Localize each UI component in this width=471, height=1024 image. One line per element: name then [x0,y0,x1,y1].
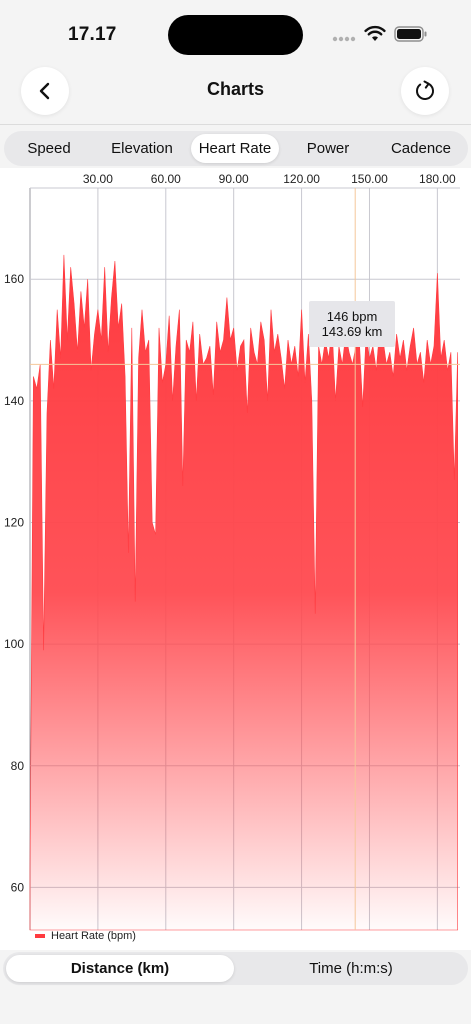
x-tick-label: 150.00 [351,172,388,186]
tab-speed[interactable]: Speed [12,134,86,163]
y-tick-label: 60 [11,880,25,894]
legend-swatch [35,934,45,938]
refresh-icon [416,80,434,100]
status-bar: 17.17 [0,0,471,60]
heart-rate-series-area [29,254,458,931]
heart-rate-chart[interactable]: 30.00 60.00 90.00 120.00 150.00 180.00 60 80 100… [0,168,471,950]
chart-canvas[interactable]: 30.00 60.00 90.00 120.00 150.00 180.00 60 80 100… [0,168,471,950]
tooltip-value: 146 bpm [326,309,378,324]
tab-elevation[interactable]: Elevation [102,134,182,163]
x-tick-label: 120.00 [283,172,320,186]
x-tick-label: 30.00 [83,172,113,186]
y-tick-label: 160 [4,272,24,286]
tab-distance[interactable]: Distance (km) [6,955,234,982]
metric-tabs: Speed Elevation Heart Rate Power Cadence [4,131,468,166]
x-tick-label: 90.00 [219,172,249,186]
legend-label: Heart Rate (bpm) [51,930,136,942]
chart-legend: Heart Rate (bpm) [35,929,136,943]
tooltip-distance: 143.69 km [321,324,383,339]
x-tick-label: 60.00 [151,172,181,186]
y-tick-label: 80 [11,759,25,773]
battery-icon [394,26,427,42]
x-tick-label: 180.00 [419,172,456,186]
dynamic-island [168,15,303,55]
tab-heart-rate[interactable]: Heart Rate [191,134,279,163]
y-tick-label: 120 [4,516,24,530]
status-time: 17.17 [68,24,117,45]
y-tick-label: 140 [4,394,24,408]
tab-power[interactable]: Power [294,134,362,163]
nav-bar: Charts [0,60,471,124]
nav-divider [0,124,471,125]
cellular-signal-icon [332,36,356,42]
tab-cadence[interactable]: Cadence [382,134,460,163]
value-tooltip: 146 bpm 143.69 km [309,301,395,347]
y-tick-label: 100 [4,637,24,651]
refresh-button[interactable] [401,67,449,115]
tab-time[interactable]: Time (h:m:s) [237,955,465,982]
wifi-icon [364,25,386,41]
axis-tabs: Distance (km) Time (h:m:s) [3,952,468,985]
